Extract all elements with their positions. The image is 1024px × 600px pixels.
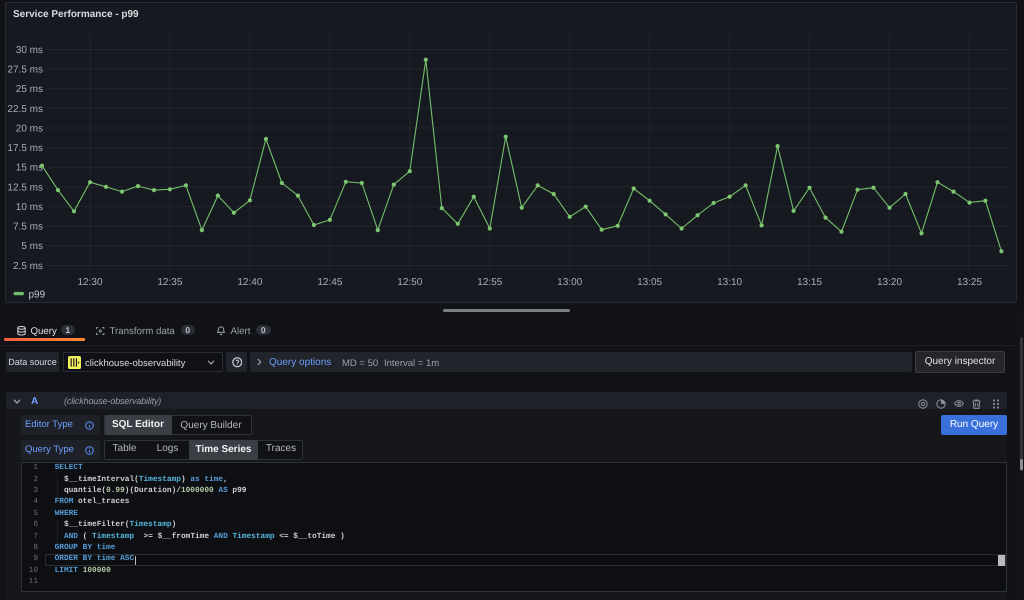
svg-text:13:00: 13:00 <box>557 277 582 288</box>
svg-text:5 ms: 5 ms <box>21 241 43 252</box>
svg-text:13:20: 13:20 <box>877 277 902 288</box>
svg-text:13:05: 13:05 <box>637 277 662 288</box>
svg-text:12:45: 12:45 <box>317 277 342 288</box>
svg-text:p99: p99 <box>29 289 46 300</box>
svg-text:22.5 ms: 22.5 ms <box>7 104 43 115</box>
svg-text:12:30: 12:30 <box>77 277 102 288</box>
svg-text:13:10: 13:10 <box>717 277 742 288</box>
svg-text:7.5 ms: 7.5 ms <box>13 222 43 233</box>
svg-text:25 ms: 25 ms <box>16 84 43 95</box>
svg-text:13:25: 13:25 <box>957 277 982 288</box>
svg-text:12:50: 12:50 <box>397 277 422 288</box>
svg-text:10 ms: 10 ms <box>16 202 43 213</box>
svg-text:27.5 ms: 27.5 ms <box>7 65 43 76</box>
svg-text:15 ms: 15 ms <box>16 163 43 174</box>
svg-text:12:35: 12:35 <box>157 277 182 288</box>
svg-text:12:55: 12:55 <box>477 277 502 288</box>
svg-text:30 ms: 30 ms <box>16 45 43 56</box>
svg-text:2.5 ms: 2.5 ms <box>13 261 43 272</box>
svg-text:12.5 ms: 12.5 ms <box>7 182 43 193</box>
svg-text:12:40: 12:40 <box>237 277 262 288</box>
svg-text:17.5 ms: 17.5 ms <box>7 143 43 154</box>
svg-text:13:15: 13:15 <box>797 277 822 288</box>
svg-text:20 ms: 20 ms <box>16 123 43 134</box>
